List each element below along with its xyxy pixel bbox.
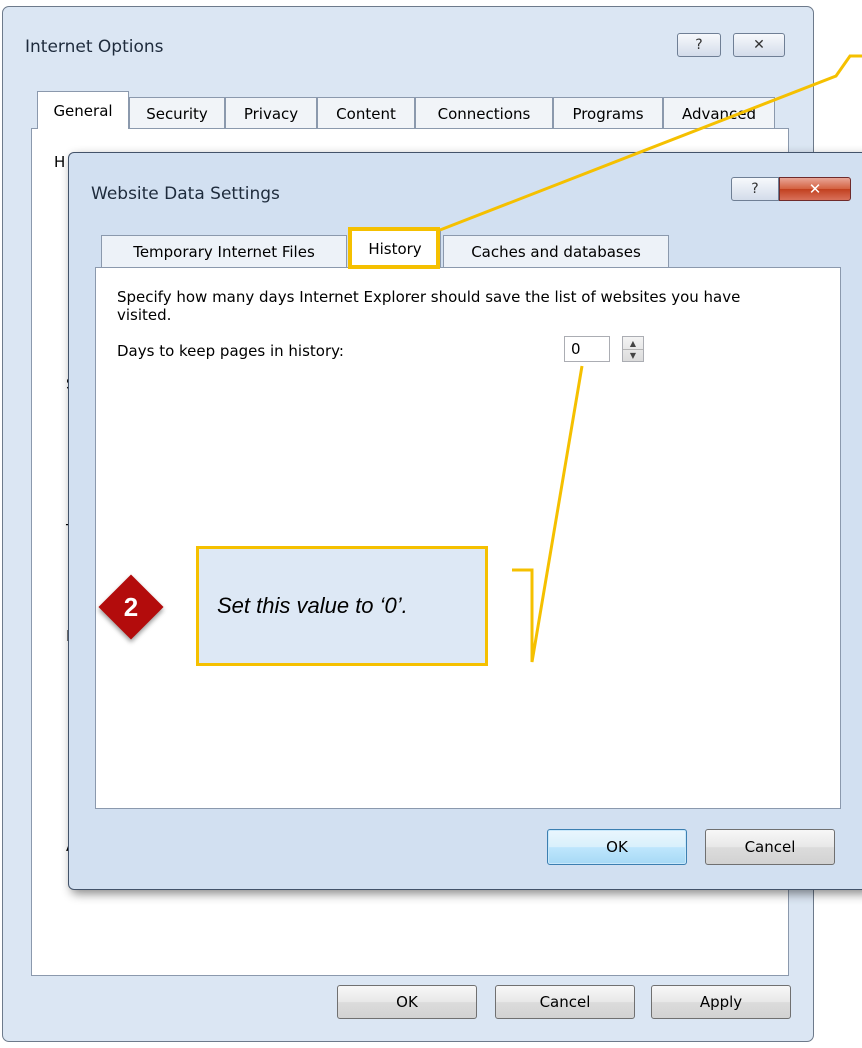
instruction-callout: Set this value to ‘0’. xyxy=(196,546,488,666)
cancel-button[interactable]: Cancel xyxy=(495,985,635,1019)
tab-advanced[interactable]: Advanced xyxy=(663,97,775,129)
dialog-cancel-button[interactable]: Cancel xyxy=(705,829,835,865)
days-spinner[interactable]: ▲ ▼ xyxy=(622,336,644,362)
dialog-help-button[interactable]: ? xyxy=(731,177,779,201)
tab-privacy[interactable]: Privacy xyxy=(225,97,317,129)
dialog-ok-button[interactable]: OK xyxy=(547,829,687,865)
tab-programs[interactable]: Programs xyxy=(553,97,663,129)
close-icon: ✕ xyxy=(753,37,765,53)
days-to-keep-input[interactable] xyxy=(564,336,610,362)
tab-connections[interactable]: Connections xyxy=(415,97,553,129)
internet-options-title: Internet Options xyxy=(25,37,164,57)
tab-caches-and-databases[interactable]: Caches and databases xyxy=(443,235,669,267)
days-to-keep-label: Days to keep pages in history: xyxy=(117,342,344,360)
close-button[interactable]: ✕ xyxy=(733,33,785,57)
help-icon: ? xyxy=(695,37,703,53)
help-icon: ? xyxy=(751,181,759,197)
tab-content[interactable]: Content xyxy=(317,97,415,129)
apply-button[interactable]: Apply xyxy=(651,985,791,1019)
tab-security[interactable]: Security xyxy=(129,97,225,129)
ok-button[interactable]: OK xyxy=(337,985,477,1019)
instruction-text: Set this value to ‘0’. xyxy=(217,593,408,618)
tab-temporary-internet-files[interactable]: Temporary Internet Files xyxy=(101,235,347,267)
tab-history[interactable]: History xyxy=(349,229,441,268)
history-tab-panel: Specify how many days Internet Explorer … xyxy=(95,267,841,809)
close-icon: ✕ xyxy=(808,180,822,198)
website-data-settings-dialog: Website Data Settings ? ✕ Temporary Inte… xyxy=(68,152,862,890)
dialog-close-button[interactable]: ✕ xyxy=(779,177,851,201)
section-heading-partial: H xyxy=(54,153,66,171)
history-description: Specify how many days Internet Explorer … xyxy=(117,288,741,324)
help-button[interactable]: ? xyxy=(677,33,721,57)
step-number: 2 xyxy=(123,591,139,622)
dialog-title: Website Data Settings xyxy=(91,184,280,204)
tab-general[interactable]: General xyxy=(37,91,129,129)
spin-down-icon[interactable]: ▼ xyxy=(623,349,643,361)
